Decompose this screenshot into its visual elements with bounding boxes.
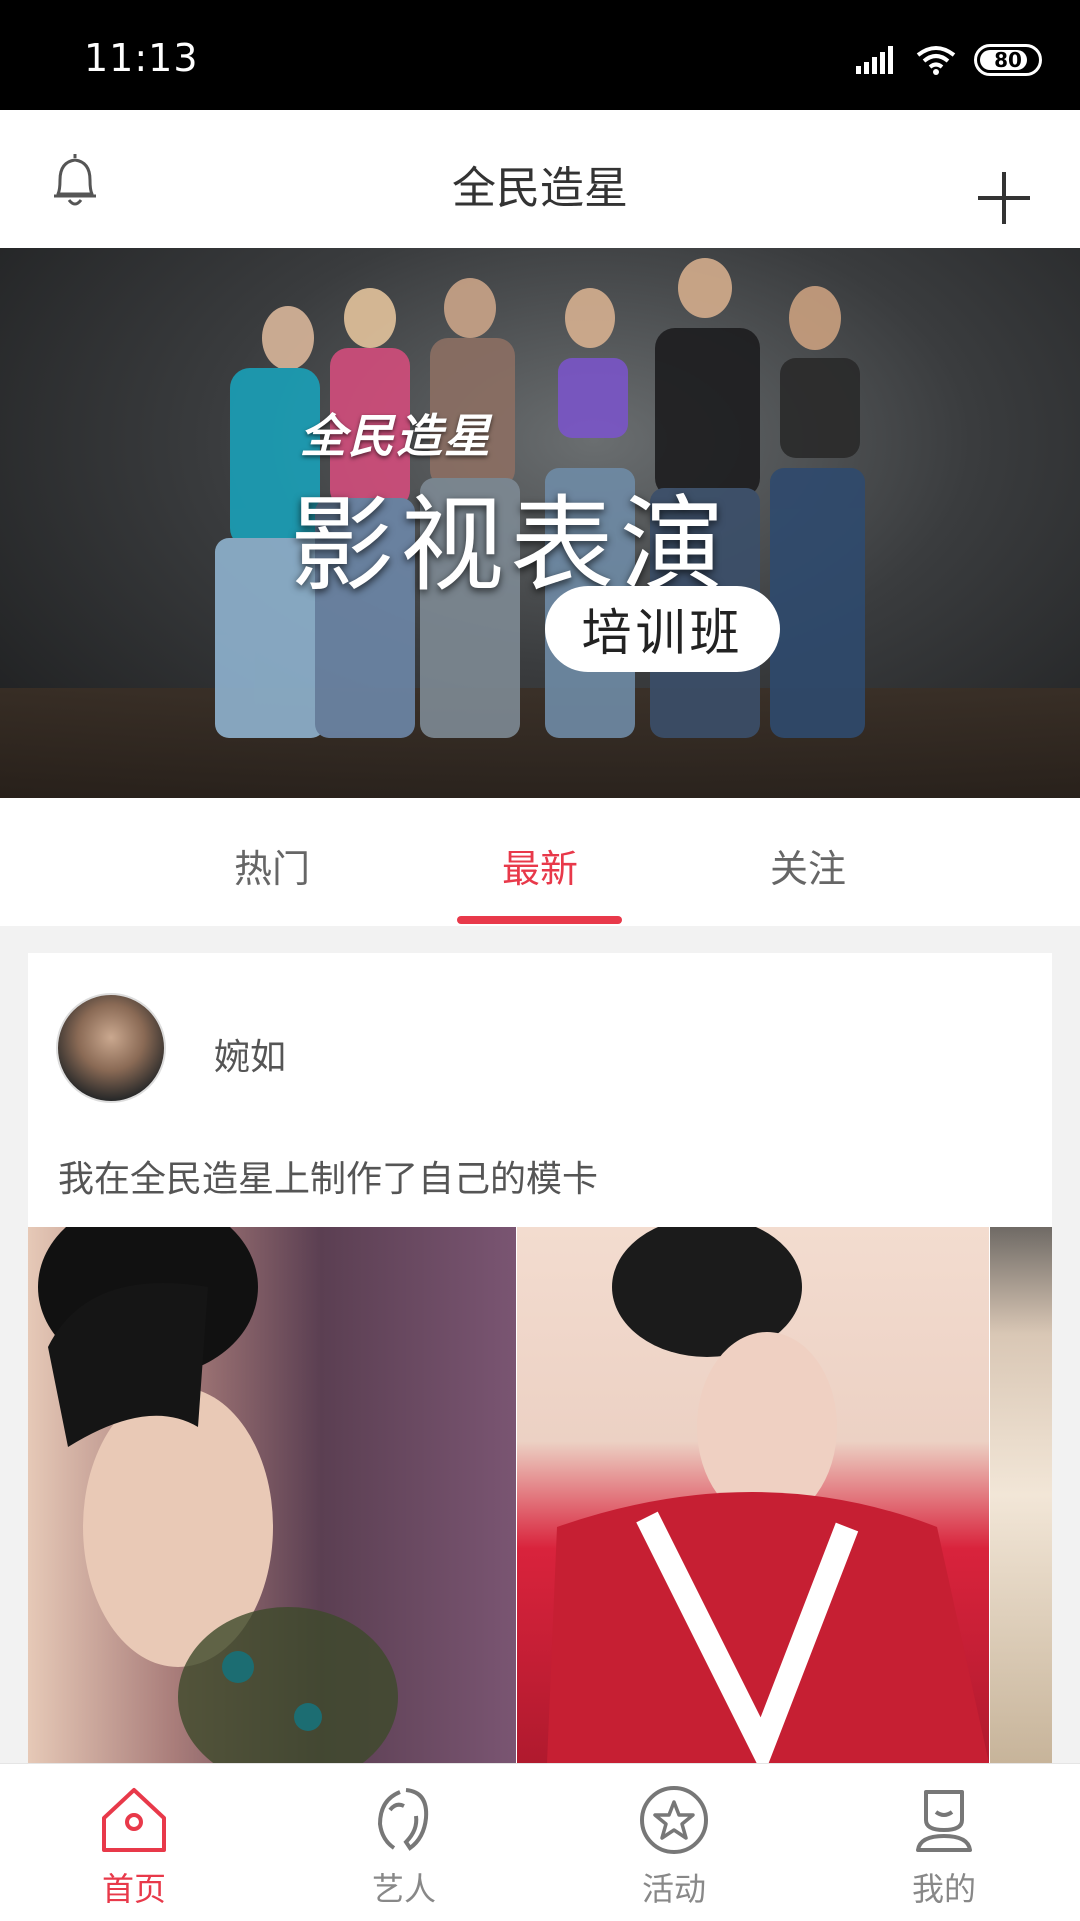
post-photos (28, 1197, 1052, 1763)
nav-artists[interactable]: 艺人 (314, 1782, 494, 1910)
banner-badge: 培训班 (545, 586, 780, 672)
nav-home-label: 首页 (101, 1870, 166, 1908)
post-card[interactable]: 婉如 我在全民造星上制作了自己的模卡 (28, 953, 1052, 1763)
author-avatar[interactable] (56, 993, 166, 1103)
wifi-icon (916, 46, 956, 75)
status-time: 11:13 (84, 36, 199, 80)
active-tab-indicator (457, 916, 622, 924)
tab-latest[interactable]: 最新 (440, 838, 640, 893)
nav-home[interactable]: 首页 (44, 1782, 224, 1910)
nav-events[interactable]: 活动 (584, 1782, 764, 1910)
plus-icon[interactable] (976, 170, 1032, 226)
promo-banner[interactable]: 全民造星 影视表演 培训班 (0, 248, 1080, 798)
feed-tabs: 热门 最新 关注 (0, 798, 1080, 926)
post-photo[interactable] (990, 1227, 1052, 1763)
tab-hot[interactable]: 热门 (172, 838, 372, 893)
post-photo[interactable] (517, 1217, 989, 1763)
post-photo[interactable] (28, 1197, 516, 1763)
artist-icon (377, 1788, 429, 1851)
nav-profile-label: 我的 (911, 1870, 976, 1908)
status-icons: 80 (856, 42, 1042, 78)
banner-subtitle: 全民造星 (300, 409, 492, 463)
page-title: 全民造星 (452, 163, 628, 214)
tab-following[interactable]: 关注 (708, 838, 908, 893)
photo-portrait-1 (38, 1197, 398, 1763)
bottom-navigation: 首页 艺人 活动 我的 (0, 1763, 1080, 1921)
nav-events-label: 活动 (641, 1870, 706, 1908)
author-name[interactable]: 婉如 (214, 1028, 286, 1080)
battery-level: 80 (994, 48, 1022, 72)
photo-portrait-2 (547, 1217, 989, 1763)
home-icon (102, 1788, 166, 1852)
signal-icon (856, 46, 893, 74)
star-icon (640, 1786, 708, 1854)
battery-icon: 80 (974, 44, 1042, 76)
status-bar: 11:13 80 (0, 0, 1080, 110)
app-header: 全民造星 (0, 110, 1080, 248)
post-text: 我在全民造星上制作了自己的模卡 (58, 1159, 599, 1200)
nav-artists-label: 艺人 (371, 1870, 436, 1908)
profile-icon (916, 1790, 972, 1852)
nav-profile[interactable]: 我的 (854, 1782, 1034, 1910)
